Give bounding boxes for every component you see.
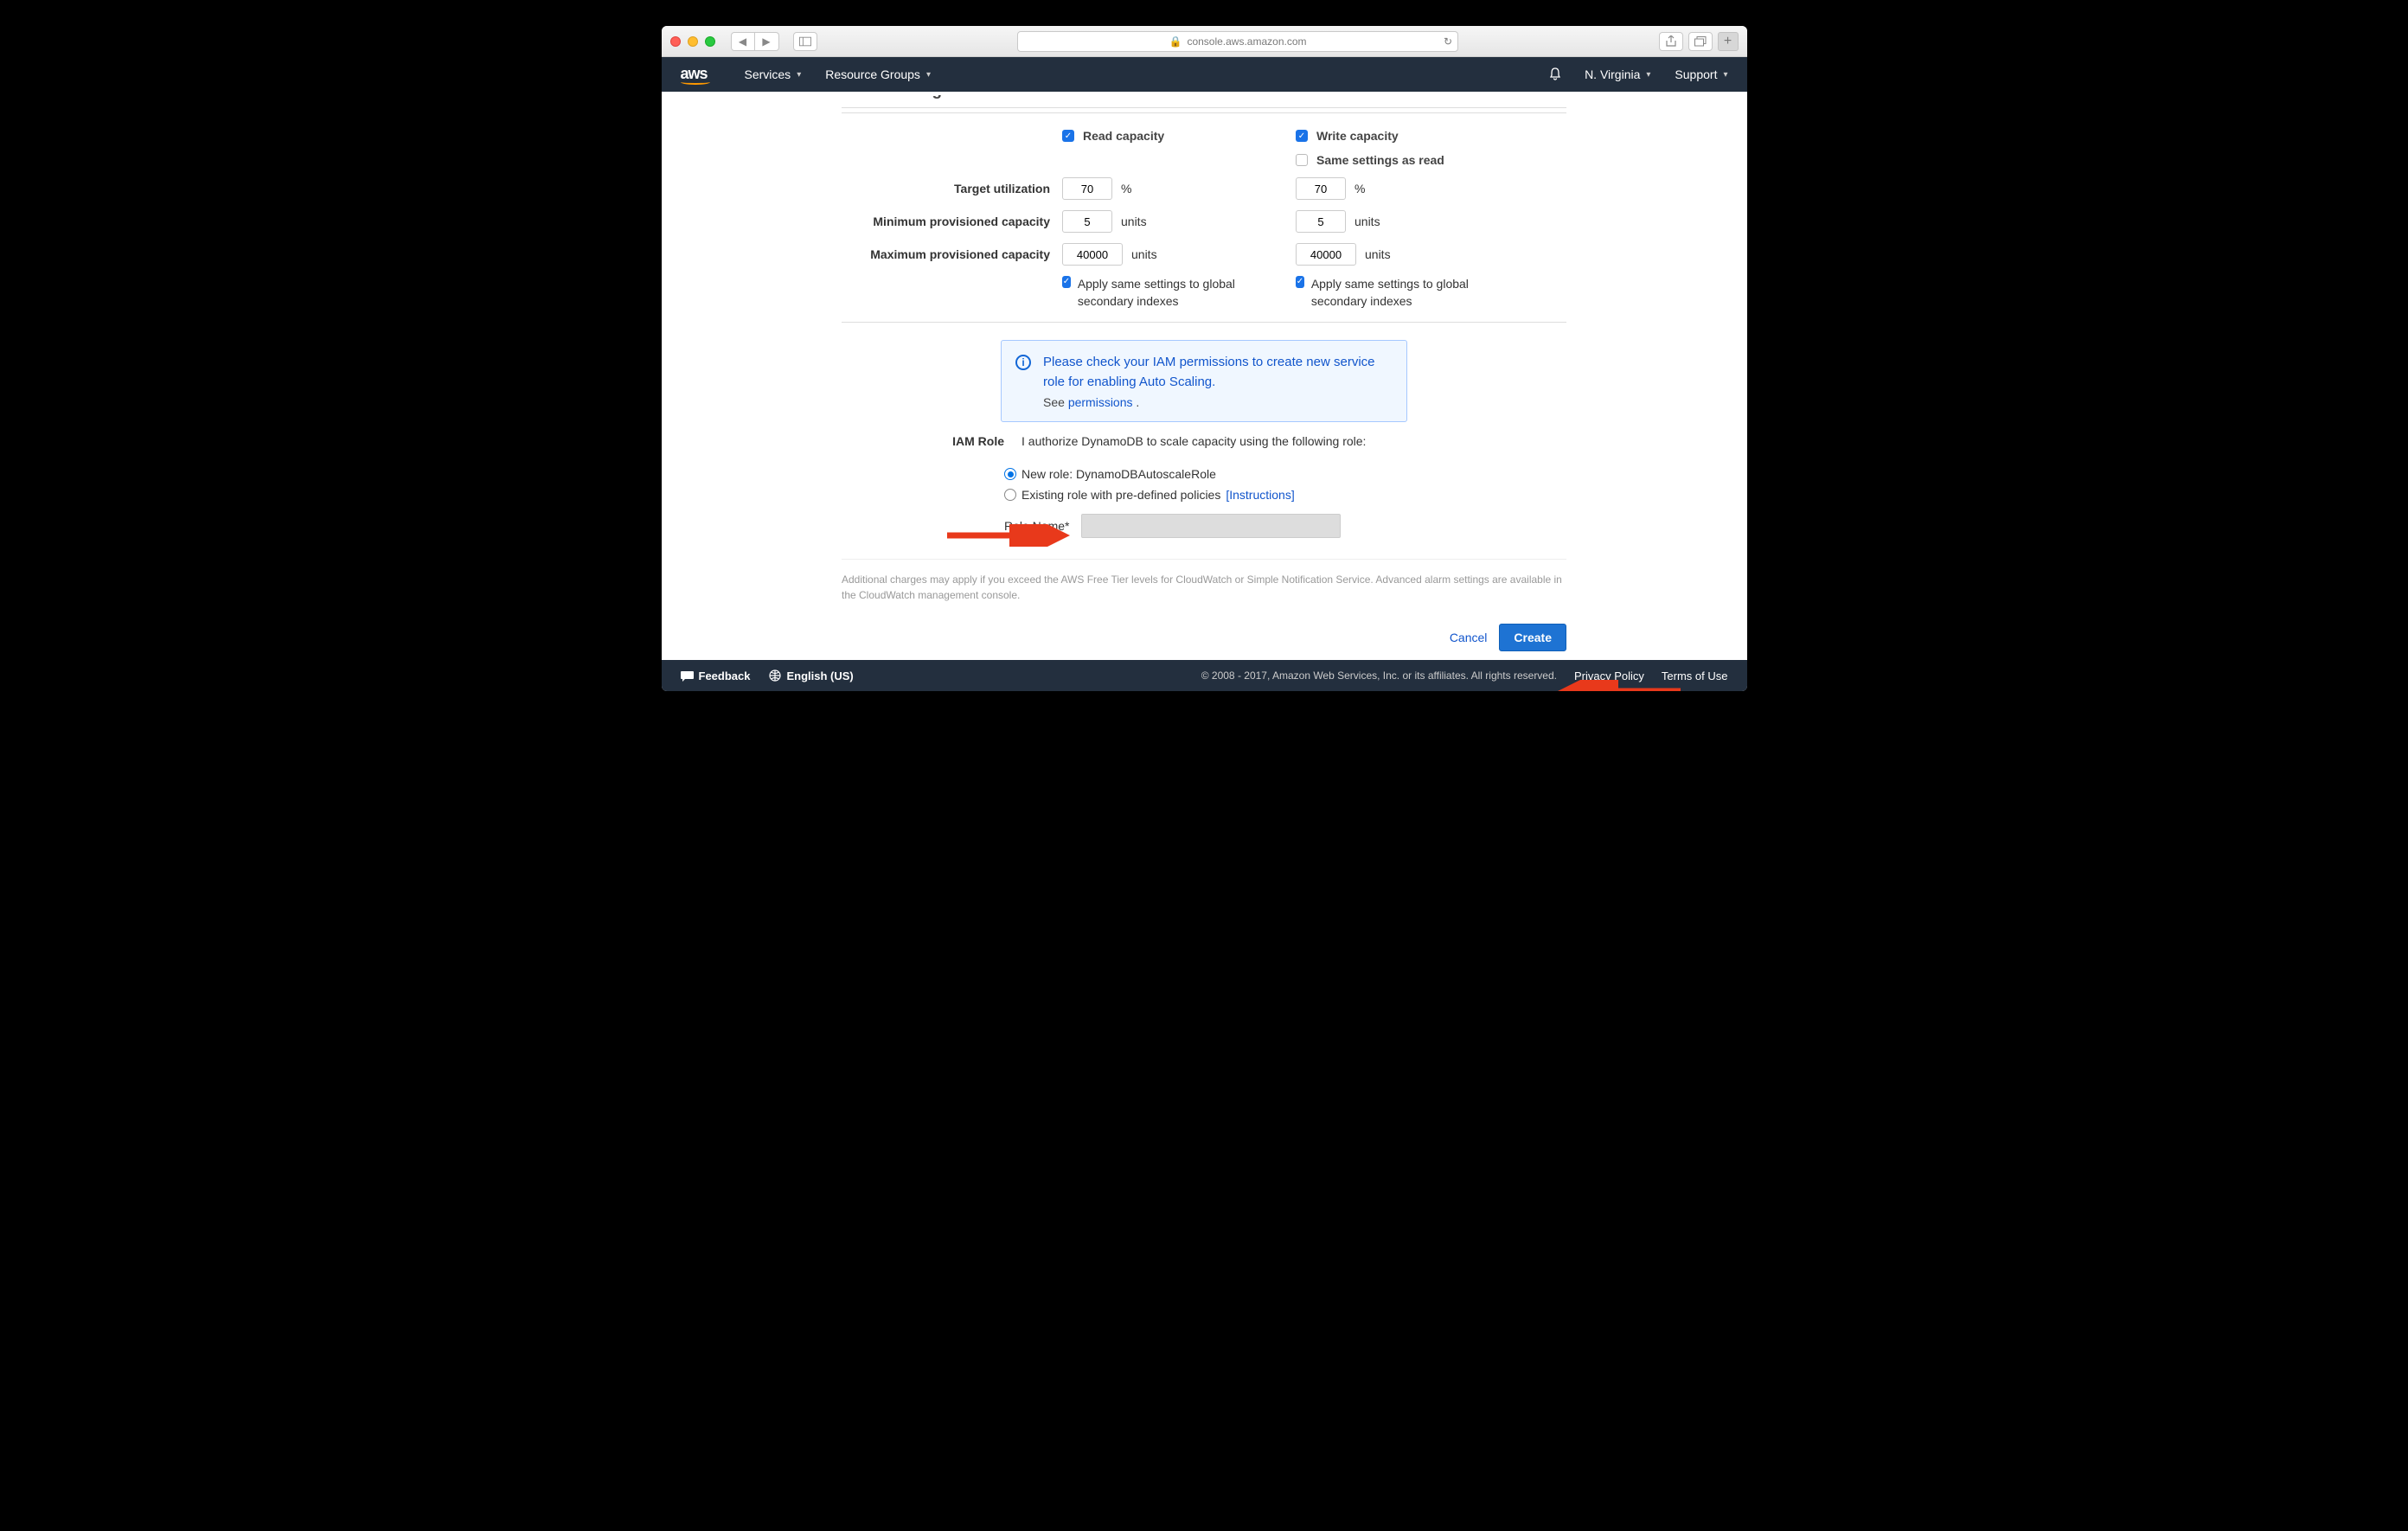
new-role-label: New role: DynamoDBAutoscaleRole (1021, 467, 1216, 481)
apply-same-write-label: Apply same settings to global secondary … (1311, 276, 1495, 310)
write-capacity-checkbox[interactable]: ✓ (1296, 130, 1308, 142)
cancel-button[interactable]: Cancel (1450, 631, 1488, 644)
url-bar[interactable]: 🔒 console.aws.amazon.com ↻ (1017, 31, 1458, 52)
instructions-link[interactable]: [Instructions] (1226, 488, 1294, 502)
copyright: © 2008 - 2017, Amazon Web Services, Inc.… (1201, 669, 1557, 682)
same-settings-checkbox[interactable] (1296, 154, 1308, 166)
apply-same-read-label: Apply same settings to global secondary … (1078, 276, 1261, 310)
target-read-input[interactable] (1062, 177, 1112, 200)
lock-icon: 🔒 (1169, 35, 1182, 48)
nav-services[interactable]: Services▾ (745, 67, 802, 81)
feedback-link[interactable]: Feedback (681, 669, 751, 682)
max-read-input[interactable] (1062, 243, 1123, 266)
reload-icon[interactable]: ↻ (1444, 35, 1452, 48)
window-zoom[interactable] (705, 36, 715, 47)
new-tab-button[interactable]: + (1718, 32, 1739, 51)
read-capacity-checkbox[interactable]: ✓ (1062, 130, 1074, 142)
existing-role-radio[interactable] (1004, 489, 1016, 501)
forward-button[interactable]: ▶ (755, 32, 779, 51)
min-write-input[interactable] (1296, 210, 1346, 233)
tabs-button[interactable] (1688, 32, 1713, 51)
privacy-link[interactable]: Privacy Policy (1574, 669, 1644, 682)
max-capacity-label: Maximum provisioned capacity (842, 247, 1062, 261)
existing-role-label: Existing role with pre-defined policies (1021, 488, 1220, 502)
new-role-radio[interactable] (1004, 468, 1016, 480)
create-button[interactable]: Create (1499, 624, 1566, 651)
read-capacity-label: Read capacity (1083, 129, 1164, 143)
target-utilization-label: Target utilization (842, 182, 1062, 195)
language-selector[interactable]: English (US) (769, 669, 853, 682)
info-icon: i (1015, 355, 1031, 370)
notifications-icon[interactable] (1548, 67, 1562, 83)
min-read-input[interactable] (1062, 210, 1112, 233)
iam-role-label: IAM Role (935, 434, 1004, 448)
back-button[interactable]: ◀ (731, 32, 755, 51)
url-text: console.aws.amazon.com (1187, 35, 1306, 48)
role-name-input (1081, 514, 1341, 538)
nav-support[interactable]: Support▾ (1675, 67, 1727, 81)
apply-same-write-checkbox[interactable]: ✓ (1296, 276, 1304, 288)
show-sidebar-button[interactable] (793, 32, 817, 51)
write-capacity-label: Write capacity (1316, 129, 1399, 143)
min-capacity-label: Minimum provisioned capacity (842, 215, 1062, 228)
info-text: Please check your IAM permissions to cre… (1043, 353, 1393, 392)
browser-titlebar: ◀ ▶ 🔒 console.aws.amazon.com ↻ + (662, 26, 1747, 57)
info-box: i Please check your IAM permissions to c… (1001, 340, 1407, 422)
aws-logo[interactable]: aws (681, 65, 710, 85)
share-button[interactable] (1659, 32, 1683, 51)
window-close[interactable] (670, 36, 681, 47)
section-title: Auto Scaling (842, 95, 1566, 108)
same-settings-label: Same settings as read (1316, 153, 1444, 167)
max-write-input[interactable] (1296, 243, 1356, 266)
aws-navbar: aws Services▾ Resource Groups▾ N. Virgin… (662, 57, 1747, 92)
aws-footer: Feedback English (US) © 2008 - 2017, Ama… (662, 660, 1747, 691)
apply-same-read-checkbox[interactable]: ✓ (1062, 276, 1071, 288)
target-write-input[interactable] (1296, 177, 1346, 200)
role-name-label: Role Name* (1004, 519, 1069, 533)
terms-link[interactable]: Terms of Use (1662, 669, 1728, 682)
nav-resource-groups[interactable]: Resource Groups▾ (825, 67, 931, 81)
nav-region[interactable]: N. Virginia▾ (1585, 67, 1650, 81)
iam-role-desc: I authorize DynamoDB to scale capacity u… (1021, 434, 1366, 448)
permissions-link[interactable]: permissions (1068, 395, 1133, 409)
window-minimize[interactable] (688, 36, 698, 47)
charges-note: Additional charges may apply if you exce… (842, 559, 1566, 603)
